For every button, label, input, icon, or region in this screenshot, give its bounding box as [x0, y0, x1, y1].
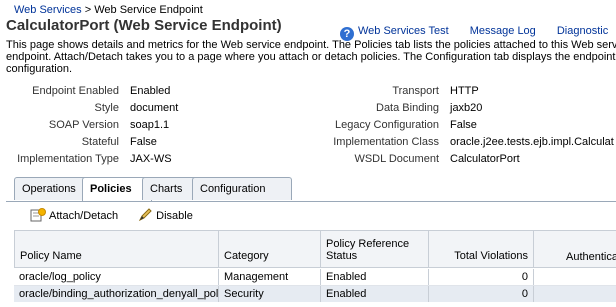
column-header-category-label: Category [224, 250, 269, 262]
status-cell: Enabled [321, 286, 429, 302]
prop-label-legacy-configuration: Legacy Configuration [335, 119, 439, 131]
attach-detach-label: Attach/Detach [49, 210, 119, 222]
tab-configuration[interactable]: Configuration [192, 177, 292, 200]
page-title: CalculatorPort (Web Service Endpoint) [6, 17, 282, 34]
disable-label: Disable [156, 210, 193, 222]
prop-value-implementation-type: JAX-WS [130, 153, 172, 165]
column-header-total-violations[interactable]: Total Violations [429, 230, 534, 268]
attach-icon [30, 208, 46, 222]
message-log-link[interactable]: Message Log [470, 25, 536, 37]
prop-label-data-binding: Data Binding [376, 102, 439, 114]
status-cell: Enabled [321, 269, 429, 285]
page-description: This page shows details and metrics for … [6, 39, 616, 75]
table-row[interactable]: oracle/log_policy Management Enabled 0 [14, 269, 616, 286]
prop-value-implementation-class: oracle.j2ee.tests.ejb.impl.Calculat [450, 136, 614, 148]
category-cell: Management [219, 269, 321, 285]
column-header-policy-name[interactable]: Policy Name [14, 230, 219, 268]
breadcrumb-web-services-link[interactable]: Web Services [14, 4, 82, 16]
prop-value-stateful: False [130, 136, 157, 148]
authentication-cell [534, 286, 616, 302]
prop-label-endpoint-enabled: Endpoint Enabled [32, 85, 119, 97]
policies-toolbar: Attach/Detach Disable [30, 208, 209, 222]
prop-value-style: document [130, 102, 179, 114]
prop-label-implementation-type: Implementation Type [17, 153, 119, 165]
breadcrumb: Web Services > Web Service Endpoint [14, 4, 203, 16]
prop-value-endpoint-enabled: Enabled [130, 85, 171, 97]
column-header-policy-reference-status-label: Policy Reference Status [326, 238, 410, 262]
prop-label-soap-version: SOAP Version [48, 119, 119, 131]
policy-name-cell: oracle/binding_authorization_denyall_pol… [14, 286, 219, 302]
pencil-icon [139, 208, 152, 222]
prop-label-transport: Transport [392, 85, 439, 97]
column-header-category[interactable]: Category [219, 230, 321, 268]
prop-value-soap-version: soap1.1 [130, 119, 170, 131]
breadcrumb-current: Web Service Endpoint [94, 4, 203, 16]
prop-value-data-binding: jaxb20 [450, 102, 483, 114]
prop-label-style: Style [94, 102, 119, 114]
prop-label-stateful: Stateful [81, 136, 119, 148]
web-services-test-label: Web Services Test [358, 25, 449, 37]
column-header-policy-reference-status[interactable]: Policy Reference Status [321, 230, 429, 268]
prop-label-implementation-class: Implementation Class [333, 136, 439, 148]
policy-name-cell: oracle/log_policy [14, 269, 219, 285]
tab-operations[interactable]: Operations [14, 177, 92, 200]
breadcrumb-separator: > [84, 4, 92, 16]
web-services-test-link[interactable]: ? Web Services Test [340, 25, 452, 41]
column-header-policy-name-label: Policy Name [20, 250, 82, 262]
column-header-total-violations-label: Total Violations [454, 250, 528, 262]
diagnostic-link[interactable]: Diagnostic [557, 25, 608, 37]
column-header-authentication[interactable]: Authentica [534, 230, 616, 268]
violations-cell: 0 [429, 286, 534, 302]
prop-value-transport: HTTP [450, 85, 479, 97]
disable-button[interactable]: Disable [137, 208, 193, 222]
table-row[interactable]: oracle/binding_authorization_denyall_pol… [14, 286, 616, 302]
violations-cell: 0 [429, 269, 534, 285]
authentication-cell [534, 269, 616, 285]
prop-label-wsdl-document: WSDL Document [354, 153, 439, 165]
category-cell: Security [219, 286, 321, 302]
attach-detach-button[interactable]: Attach/Detach [30, 208, 118, 222]
wsdl-document-link[interactable]: CalculatorPort [450, 153, 520, 165]
column-header-authentication-label: Authentica [566, 251, 616, 263]
prop-value-legacy-configuration: False [450, 119, 477, 131]
tab-divider [6, 201, 616, 202]
